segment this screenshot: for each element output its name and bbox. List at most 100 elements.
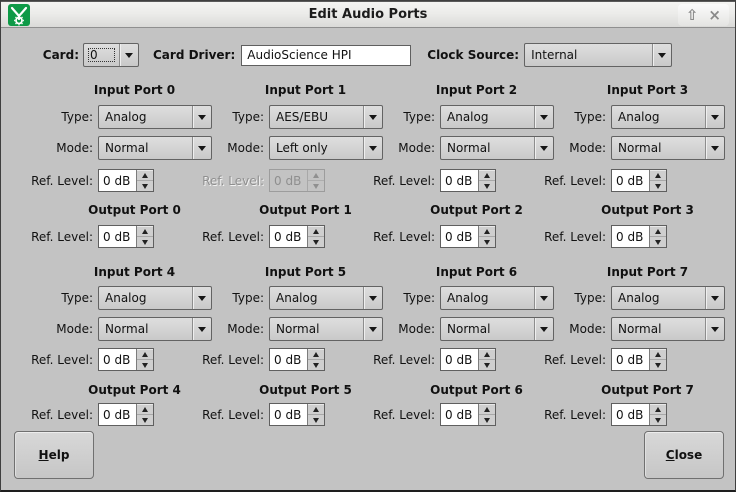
dropdown-arrow-icon[interactable] xyxy=(192,137,211,159)
help-button[interactable]: Help xyxy=(14,431,94,479)
input-4-type-select[interactable]: Analog xyxy=(98,286,212,310)
input-7-ref-level-spinner[interactable]: 0 dB xyxy=(611,348,667,371)
output-1-ref-level-spinner[interactable]: 0 dB xyxy=(269,225,325,248)
dropdown-arrow-icon[interactable] xyxy=(705,106,724,128)
port-title: Input Port 0 xyxy=(41,83,212,97)
output-7-ref-level-spinner[interactable]: 0 dB xyxy=(611,403,667,426)
dropdown-arrow-icon[interactable] xyxy=(705,137,724,159)
spin-up-icon[interactable] xyxy=(650,226,666,237)
input-7-type-select[interactable]: Analog xyxy=(611,286,725,310)
spin-down-icon[interactable] xyxy=(137,237,153,247)
input-5-type-select[interactable]: Analog xyxy=(269,286,383,310)
input-5-ref-level-spinner[interactable]: 0 dB xyxy=(269,348,325,371)
dropdown-arrow-icon[interactable] xyxy=(705,287,724,309)
titlebar[interactable]: Edit Audio Ports ⇧ × xyxy=(1,1,735,28)
output-3-ref-level-spinner[interactable]: 0 dB xyxy=(611,225,667,248)
spin-down-icon[interactable] xyxy=(308,415,324,425)
dropdown-arrow-icon[interactable] xyxy=(534,287,553,309)
input-7-mode-select[interactable]: Normal xyxy=(611,317,725,341)
spin-down-icon[interactable] xyxy=(650,415,666,425)
close-button[interactable]: Close xyxy=(644,431,724,479)
output-4-ref-level-spinner[interactable]: 0 dB xyxy=(98,403,154,426)
spin-down-icon[interactable] xyxy=(137,360,153,370)
input-2-mode-select[interactable]: Normal xyxy=(440,136,554,160)
spin-up-icon[interactable] xyxy=(479,226,495,237)
spin-up-icon[interactable] xyxy=(308,404,324,415)
mode-row: Mode: Normal xyxy=(554,317,725,341)
input-1-type-select[interactable]: AES/EBU xyxy=(269,105,383,129)
dropdown-arrow-icon[interactable] xyxy=(192,287,211,309)
input-0-ref-level-spinner[interactable]: 0 dB xyxy=(98,169,154,192)
spin-down-icon[interactable] xyxy=(650,360,666,370)
spin-up-icon[interactable] xyxy=(650,170,666,181)
dropdown-arrow-icon[interactable] xyxy=(534,318,553,340)
dropdown-arrow-icon[interactable] xyxy=(534,137,553,159)
spin-down-icon[interactable] xyxy=(137,415,153,425)
input-1-mode-select[interactable]: Left only xyxy=(269,136,383,160)
spin-down-icon[interactable] xyxy=(308,360,324,370)
spin-up-icon[interactable] xyxy=(137,170,153,181)
dropdown-arrow-icon[interactable] xyxy=(192,106,211,128)
input-6-mode-select[interactable]: Normal xyxy=(440,317,554,341)
ref-level-label: Ref. Level: xyxy=(31,353,93,367)
spin-down-icon[interactable] xyxy=(308,237,324,247)
input-port-7: Input Port 7 Type: Analog Mode: Normal R… xyxy=(554,265,725,371)
spin-down-icon xyxy=(308,181,324,191)
type-row: Type: Analog xyxy=(41,286,212,310)
dropdown-arrow-icon[interactable] xyxy=(363,318,382,340)
dropdown-arrow-icon[interactable] xyxy=(534,106,553,128)
input-port-6: Input Port 6 Type: Analog Mode: Normal R… xyxy=(383,265,554,371)
spin-up-icon[interactable] xyxy=(137,226,153,237)
dropdown-arrow-icon[interactable] xyxy=(652,44,671,66)
spin-up-icon[interactable] xyxy=(137,404,153,415)
input-4-ref-level-spinner[interactable]: 0 dB xyxy=(98,348,154,371)
dropdown-arrow-icon[interactable] xyxy=(705,318,724,340)
dropdown-arrow-icon[interactable] xyxy=(119,44,138,66)
input-0-type-select[interactable]: Analog xyxy=(98,105,212,129)
card-driver-field[interactable]: AudioScience HPI xyxy=(241,45,411,66)
spin-up-icon[interactable] xyxy=(650,404,666,415)
input-6-ref-level-spinner[interactable]: 0 dB xyxy=(440,348,496,371)
dropdown-arrow-icon[interactable] xyxy=(363,106,382,128)
clock-source-select[interactable]: Internal xyxy=(524,43,672,67)
output-0-ref-level-spinner[interactable]: 0 dB xyxy=(98,225,154,248)
card-select[interactable]: 0 xyxy=(83,43,139,67)
spin-up-icon[interactable] xyxy=(650,349,666,360)
input-4-mode-select[interactable]: Normal xyxy=(98,317,212,341)
input-2-type-select[interactable]: Analog xyxy=(440,105,554,129)
close-icon[interactable]: × xyxy=(708,5,721,25)
input-3-mode-select[interactable]: Normal xyxy=(611,136,725,160)
spin-up-icon[interactable] xyxy=(308,226,324,237)
dropdown-arrow-icon[interactable] xyxy=(363,137,382,159)
spin-up-icon[interactable] xyxy=(479,349,495,360)
spin-up-icon[interactable] xyxy=(137,349,153,360)
spin-down-icon[interactable] xyxy=(479,181,495,191)
type-row: Type: AES/EBU xyxy=(212,105,383,129)
output-2-ref-level-spinner[interactable]: 0 dB xyxy=(440,225,496,248)
port-title: Input Port 3 xyxy=(554,83,725,97)
input-2-ref-level-spinner[interactable]: 0 dB xyxy=(440,169,496,192)
output-6-ref-level-spinner[interactable]: 0 dB xyxy=(440,403,496,426)
port-title: Output Port 0 xyxy=(41,203,212,217)
spin-up-icon[interactable] xyxy=(479,404,495,415)
spinner-arrows xyxy=(650,226,666,247)
dropdown-arrow-icon[interactable] xyxy=(192,318,211,340)
spin-down-icon[interactable] xyxy=(479,237,495,247)
spin-up-icon[interactable] xyxy=(308,349,324,360)
input-3-type-select[interactable]: Analog xyxy=(611,105,725,129)
spin-down-icon[interactable] xyxy=(479,360,495,370)
spin-down-icon[interactable] xyxy=(137,181,153,191)
input-5-mode-select[interactable]: Normal xyxy=(269,317,383,341)
input-6-type-select[interactable]: Analog xyxy=(440,286,554,310)
spin-up-icon[interactable] xyxy=(479,170,495,181)
spin-down-icon[interactable] xyxy=(650,181,666,191)
dropdown-arrow-icon[interactable] xyxy=(363,287,382,309)
spin-down-icon[interactable] xyxy=(479,415,495,425)
input-0-mode-select[interactable]: Normal xyxy=(98,136,212,160)
output-5-ref-level-spinner[interactable]: 0 dB xyxy=(269,403,325,426)
shade-icon[interactable]: ⇧ xyxy=(686,5,699,25)
spin-down-icon[interactable] xyxy=(650,237,666,247)
ref-level-row: Ref. Level: 0 dB xyxy=(212,225,383,248)
ref-level-row: Ref. Level: 0 dB xyxy=(554,348,725,371)
input-3-ref-level-spinner[interactable]: 0 dB xyxy=(611,169,667,192)
